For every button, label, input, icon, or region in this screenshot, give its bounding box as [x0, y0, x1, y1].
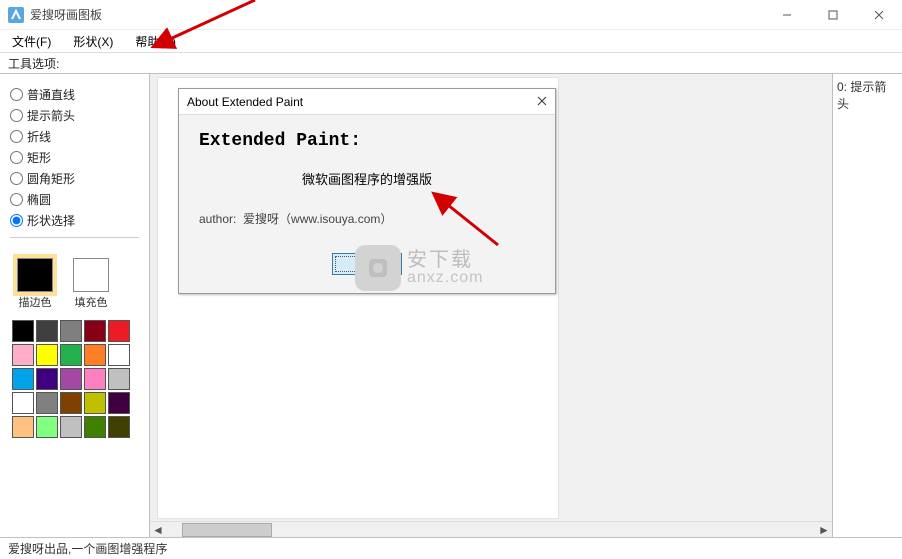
tool-radio-1[interactable]: 提示箭头	[10, 107, 139, 124]
minimize-button[interactable]	[764, 0, 810, 30]
fill-label: 填充色	[75, 294, 108, 310]
tool-radio-5[interactable]: 椭圆	[10, 191, 139, 208]
menubar: 文件(F) 形状(X) 帮助(H)	[0, 30, 902, 52]
palette-swatch[interactable]	[60, 416, 82, 438]
watermark-top: 安下载	[407, 250, 483, 270]
palette-swatch[interactable]	[36, 344, 58, 366]
dialog-close-icon[interactable]	[537, 95, 547, 109]
palette-swatch[interactable]	[60, 344, 82, 366]
menu-help[interactable]: 帮助(H)	[131, 31, 180, 52]
watermark-bottom: anxz.com	[407, 270, 483, 286]
stroke-swatch[interactable]	[17, 258, 53, 292]
palette-swatch[interactable]	[60, 392, 82, 414]
scroll-thumb[interactable]	[182, 523, 272, 537]
swatch-row: 描边色 填充色	[0, 254, 149, 314]
dialog-author: author: 爱搜呀（www.isouya.com）	[199, 210, 535, 227]
palette-swatch[interactable]	[36, 416, 58, 438]
tool-radio-6[interactable]: 形状选择	[10, 212, 139, 229]
tool-radio-3[interactable]: 矩形	[10, 149, 139, 166]
palette-swatch[interactable]	[60, 320, 82, 342]
palette-swatch[interactable]	[12, 344, 34, 366]
tool-options-label: 工具选项:	[8, 55, 59, 72]
fill-swatch[interactable]	[73, 258, 109, 292]
palette-swatch[interactable]	[84, 320, 106, 342]
dialog-titlebar[interactable]: About Extended Paint	[179, 89, 555, 115]
stroke-label: 描边色	[19, 294, 52, 310]
palette-swatch[interactable]	[108, 392, 130, 414]
scroll-left-arrow[interactable]: ◄	[150, 523, 166, 537]
watermark-logo	[355, 245, 401, 291]
color-palette	[0, 314, 149, 440]
palette-swatch[interactable]	[84, 368, 106, 390]
horizontal-scrollbar[interactable]: ◄ ►	[150, 521, 832, 537]
dialog-heading: Extended Paint:	[199, 131, 535, 151]
sidebar-right: 0: 提示箭头	[832, 74, 902, 537]
palette-swatch[interactable]	[84, 392, 106, 414]
palette-swatch[interactable]	[12, 320, 34, 342]
menu-file[interactable]: 文件(F)	[8, 31, 55, 52]
watermark: 安下载 anxz.com	[355, 245, 483, 291]
maximize-button[interactable]	[810, 0, 856, 30]
palette-swatch[interactable]	[108, 320, 130, 342]
status-text: 爱搜呀出品,一个画图增强程序	[8, 540, 167, 557]
app-title: 爱搜呀画图板	[30, 6, 764, 23]
tool-options-bar: 工具选项:	[0, 52, 902, 74]
palette-swatch[interactable]	[36, 320, 58, 342]
palette-swatch[interactable]	[84, 344, 106, 366]
window-controls	[764, 0, 902, 30]
titlebar: 爱搜呀画图板	[0, 0, 902, 30]
tool-radio-4[interactable]: 圆角矩形	[10, 170, 139, 187]
palette-swatch[interactable]	[84, 416, 106, 438]
statusbar: 爱搜呀出品,一个画图增强程序	[0, 537, 902, 559]
app-icon	[8, 7, 24, 23]
scroll-right-arrow[interactable]: ►	[816, 523, 832, 537]
palette-swatch[interactable]	[60, 368, 82, 390]
tool-radio-2[interactable]: 折线	[10, 128, 139, 145]
palette-swatch[interactable]	[36, 392, 58, 414]
palette-swatch[interactable]	[36, 368, 58, 390]
menu-shape[interactable]: 形状(X)	[69, 31, 117, 52]
close-button[interactable]	[856, 0, 902, 30]
tool-radio-0[interactable]: 普通直线	[10, 86, 139, 103]
palette-swatch[interactable]	[108, 344, 130, 366]
palette-swatch[interactable]	[12, 416, 34, 438]
palette-swatch[interactable]	[12, 368, 34, 390]
dialog-title-text: About Extended Paint	[187, 95, 537, 109]
tool-list: 普通直线提示箭头折线矩形圆角矩形椭圆形状选择	[0, 74, 149, 254]
palette-swatch[interactable]	[12, 392, 34, 414]
dialog-subtitle: 微软画图程序的增强版	[199, 169, 535, 188]
object-list-item[interactable]: 0: 提示箭头	[837, 80, 886, 111]
sidebar-left: 普通直线提示箭头折线矩形圆角矩形椭圆形状选择 描边色 填充色	[0, 74, 150, 537]
palette-swatch[interactable]	[108, 416, 130, 438]
palette-swatch[interactable]	[108, 368, 130, 390]
